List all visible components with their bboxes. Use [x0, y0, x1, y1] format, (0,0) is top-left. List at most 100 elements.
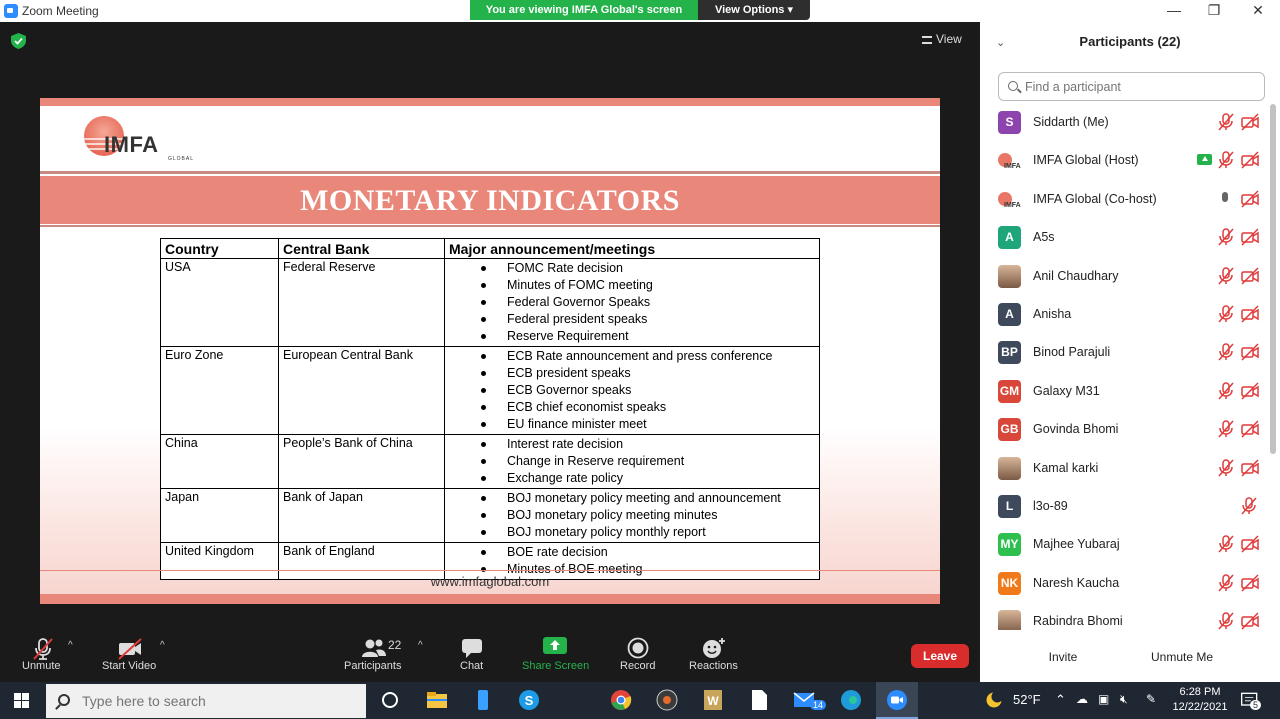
share-screen-button[interactable]: Share Screen [522, 660, 589, 672]
announcement-item: Change in Reserve requirement [481, 453, 815, 470]
header-country: Country [160, 238, 279, 259]
participants-button[interactable]: Participants [344, 660, 401, 672]
taskbar-search[interactable] [46, 684, 366, 718]
participant-row[interactable]: NK Naresh Kaucha [980, 565, 1268, 603]
participant-row[interactable]: MY Majhee Yubaraj [980, 526, 1268, 564]
view-options-button[interactable]: View Options ▾ [698, 0, 810, 20]
participant-row[interactable]: S Siddarth (Me) [980, 104, 1268, 142]
participant-search-input[interactable] [1025, 78, 1255, 96]
unmute-me-button[interactable]: Unmute Me [1146, 644, 1218, 670]
avatar [998, 610, 1021, 630]
taskbar-search-input[interactable] [82, 692, 352, 710]
slide-bottom-bar [40, 594, 940, 604]
table-row: China People’s Bank of China Interest rate… [160, 434, 820, 489]
clock-time: 6:28 PM [1179, 686, 1221, 698]
participant-name: A5s [1033, 230, 1055, 245]
minimize-button[interactable]: — [1152, 0, 1196, 22]
avatar: L [998, 494, 1021, 518]
announcements-cell: BOJ monetary policy meeting and announce… [444, 488, 820, 543]
restore-button[interactable]: ❐ [1192, 0, 1236, 22]
table-row: USA Federal Reserve FOMC Rate decision Minu… [160, 258, 820, 347]
unmute-button[interactable]: Unmute [22, 660, 61, 672]
windows-start-icon[interactable] [14, 693, 30, 709]
invite-button[interactable]: Invite [1036, 644, 1090, 670]
participant-row[interactable]: Kamal karki [980, 450, 1268, 488]
participant-list-scrollbar[interactable] [1270, 104, 1276, 634]
mic-muted-icon [1241, 497, 1257, 518]
chevron-up-icon[interactable]: ⌃ [1055, 692, 1066, 708]
share-screen-icon[interactable] [543, 637, 567, 657]
participant-row[interactable]: GM Galaxy M31 [980, 373, 1268, 411]
network-icon[interactable]: ☁ [1076, 692, 1088, 706]
shield-icon[interactable] [11, 33, 26, 49]
avatar: A [998, 302, 1021, 326]
document-icon[interactable] [747, 688, 771, 712]
participant-row[interactable]: BP Binod Parajuli [980, 334, 1268, 372]
leave-button[interactable]: Leave [911, 644, 969, 668]
website-url: www.imfaglobal.com [430, 574, 550, 589]
chrome-icon[interactable] [609, 688, 633, 712]
audio-options-caret[interactable]: ^ [68, 640, 73, 651]
scrollbar-thumb[interactable] [1270, 104, 1276, 454]
reactions-button[interactable]: Reactions [689, 660, 738, 672]
taskbar-clock[interactable]: 6:28 PM 12/22/2021 [1170, 685, 1230, 715]
announcements-cell: Interest rate decision Change in Reserve … [444, 434, 820, 489]
table-row: Euro Zone European Central Bank ECB Rate a… [160, 346, 820, 435]
edge-icon[interactable] [839, 688, 863, 712]
task-view-icon[interactable] [378, 688, 402, 712]
mic-muted-icon [1218, 573, 1234, 595]
grid-icon [922, 36, 932, 44]
participant-row[interactable]: A A5s [980, 219, 1268, 257]
weather-moon-icon[interactable] [984, 688, 1004, 712]
video-options-caret[interactable]: ^ [160, 640, 165, 651]
participant-row[interactable]: IMFA Global (Host) [980, 142, 1268, 180]
announcement-item: Exchange rate policy [481, 470, 815, 487]
participant-list: S Siddarth (Me) IMFA Global (Host) IMFA Glo… [980, 104, 1268, 630]
battery-icon[interactable]: ▣ [1098, 692, 1109, 706]
country-cell: USA [160, 258, 279, 347]
view-layout-button[interactable]: View [922, 32, 962, 46]
participant-search[interactable] [998, 72, 1265, 101]
media-player-icon[interactable] [655, 688, 679, 712]
meeting-toolbar: ^ Unmute ^ Start Video 22 ^ Participants… [0, 622, 980, 682]
word-icon[interactable]: W [701, 688, 725, 712]
file-explorer-icon[interactable] [425, 688, 449, 712]
participant-name: Naresh Kaucha [1033, 575, 1120, 590]
participant-row[interactable]: Ll3o-89 [980, 488, 1268, 526]
mic-muted-icon[interactable] [31, 637, 55, 661]
record-icon[interactable] [627, 637, 649, 659]
windows-taskbar: S W 14 52°F ⌃ ☁ ▣ 🔇︎ ✎ 6:28 PM 12/22/202… [0, 682, 1280, 719]
chat-button[interactable]: Chat [460, 660, 483, 672]
phone-app-icon[interactable] [471, 688, 495, 712]
participants-icon[interactable] [361, 637, 387, 659]
participant-row[interactable]: Rabindra Bhomi [980, 603, 1268, 630]
participants-options-caret[interactable]: ^ [418, 640, 423, 651]
footer-divider [40, 570, 940, 571]
announcement-item: BOJ monetary policy meeting and announce… [481, 490, 815, 507]
video-off-icon[interactable] [117, 637, 143, 661]
announcement-list: BOJ monetary policy meeting and announce… [481, 490, 815, 541]
participant-row[interactable]: GB Govinda Bhomi [980, 411, 1268, 449]
svg-text:W: W [707, 694, 719, 708]
pen-icon[interactable]: ✎ [1146, 692, 1156, 706]
skype-icon[interactable]: S [517, 688, 541, 712]
announcement-item: ECB Rate announcement and press conferen… [481, 348, 815, 365]
avatar: NK [998, 571, 1021, 595]
announcement-list: Interest rate decision Change in Reserve … [481, 436, 815, 487]
volume-muted-icon[interactable]: 🔇︎ [1120, 692, 1128, 707]
close-button[interactable]: ✕ [1236, 0, 1280, 22]
participant-row[interactable]: A Anisha [980, 296, 1268, 334]
zoom-taskbar-icon[interactable] [885, 688, 909, 712]
chat-icon[interactable] [461, 637, 483, 659]
mic-muted-icon [1218, 535, 1234, 556]
central-bank-cell: Bank of Japan [278, 488, 445, 543]
reactions-icon[interactable] [702, 637, 726, 659]
record-button[interactable]: Record [620, 660, 655, 672]
weather-temperature[interactable]: 52°F [1013, 692, 1041, 707]
participant-row[interactable]: Anil Chaudhary [980, 258, 1268, 296]
mail-badge: 14 [810, 700, 827, 710]
video-off-icon [1241, 190, 1259, 211]
participant-row[interactable]: IMFA Global (Co-host) [980, 181, 1268, 219]
start-video-button[interactable]: Start Video [102, 660, 156, 672]
country-cell: Japan [160, 488, 279, 543]
